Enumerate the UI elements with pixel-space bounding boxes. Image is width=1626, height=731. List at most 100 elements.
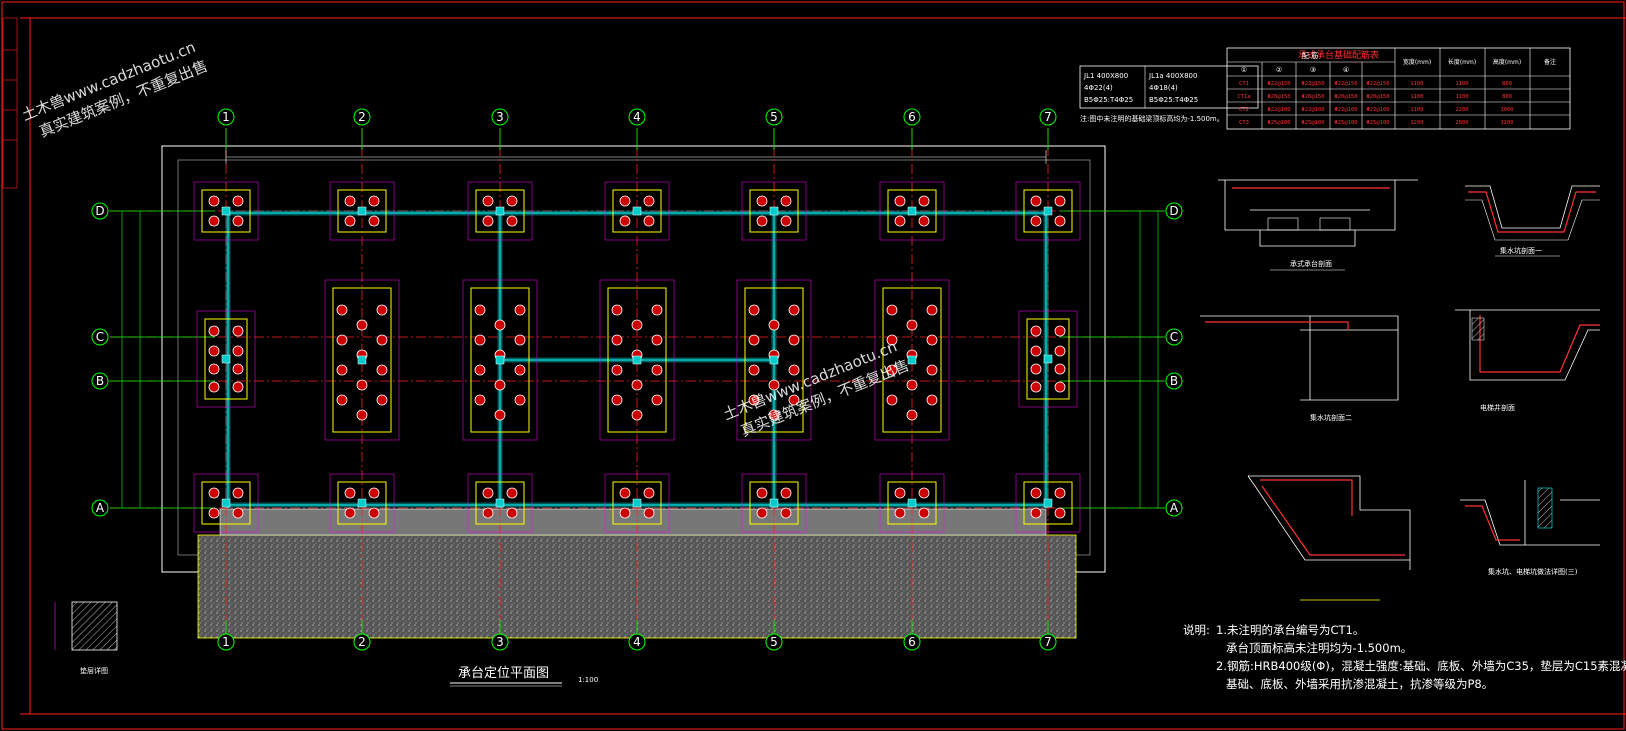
detail-section-2: 集水坑剖面一 [1465, 185, 1600, 257]
cap-D-1-pile-0 [208, 195, 220, 207]
cap-D-5-column [769, 206, 779, 216]
detail-section-3: 集水坑剖面二 [1200, 315, 1399, 422]
cap-D-7-pile-3 [1054, 215, 1066, 227]
cap-D-2-pile-0 [344, 195, 356, 207]
cap-CB-7-pile-2 [1030, 345, 1042, 357]
cap-big-2-pile-7 [376, 364, 388, 376]
legend-box: JL1 400X800 4Φ22(4) B5Φ25:T4Φ25 JL1a 400… [1079, 65, 1259, 123]
cap-big-4-pile-11 [631, 409, 643, 421]
drawing-scale: 1:100 [578, 676, 598, 684]
rebar-table-cell-2-2: Φ22@100 [1301, 107, 1324, 113]
grid-label-3-top: 3 [496, 110, 504, 124]
cap-big-2-pile-9 [336, 394, 348, 406]
cap-CB-7-pile-6 [1030, 381, 1042, 393]
grid-label-4-bottom: 4 [633, 635, 641, 649]
cap-D-3-pile-0 [482, 195, 494, 207]
cap-A-7-pile-1 [1054, 487, 1066, 499]
grid-label-7-bottom: 7 [1044, 635, 1052, 649]
cushion-detail: 垫层详图 [54, 601, 118, 675]
cap-CB-1-column [221, 354, 231, 364]
grid-label-A-left: A [96, 501, 105, 515]
cap-CB-1-pile-7 [232, 381, 244, 393]
cap-big-2-pile-10 [376, 394, 388, 406]
notes-label: 说明: [1183, 623, 1210, 637]
notes-item-4: 基础、底板、外墙采用抗渗混凝土，抗渗等级为P8。 [1226, 677, 1493, 691]
rebar-table-cell-0-6: 1100 [1455, 81, 1468, 87]
cap-D-2-pile-2 [344, 215, 356, 227]
rebar-table-subheader-3: ④ [1343, 66, 1349, 74]
rebar-table-cell-2-5: 1100 [1410, 107, 1423, 113]
cap-A-3-pile-3 [506, 507, 518, 519]
cap-big-3-pile-7 [514, 364, 526, 376]
cap-D-1-pile-3 [232, 215, 244, 227]
cap-big-3-pile-6 [474, 364, 486, 376]
rebar-table-group-header: 配 筋 [1302, 51, 1318, 60]
rebar-table-subheader-0: ① [1241, 66, 1247, 74]
cap-CB-7-pile-5 [1054, 363, 1066, 375]
rebar-table-cell-0-0: CT1 [1239, 81, 1249, 87]
cap-A-5-column [769, 498, 779, 508]
cap-D-7-pile-0 [1030, 195, 1042, 207]
legend-col2-line3: B5Φ25:T4Φ25 [1149, 96, 1198, 104]
legend-note: 注:图中未注明的基础梁顶标高均为-1.500m。 [1080, 114, 1224, 123]
cap-big-3-pile-0 [474, 304, 486, 316]
cap-big-6-pile-7 [926, 364, 938, 376]
cap-D-3-pile-1 [506, 195, 518, 207]
detail-section-1-title: 承式承台剖面 [1290, 259, 1332, 268]
cap-big-4-pile-6 [611, 364, 623, 376]
cap-big-2-pile-11 [356, 409, 368, 421]
cap-big-2-pile-0 [336, 304, 348, 316]
cap-big-2-pile-3 [336, 334, 348, 346]
cap-big-5-pile-1 [788, 304, 800, 316]
cap-A-6-column [907, 498, 917, 508]
cap-big-5-pile-0 [748, 304, 760, 316]
rebar-table-cell-3-1: Φ25@100 [1267, 120, 1290, 126]
cap-big-3-pile-9 [474, 394, 486, 406]
cap-A-7-column [1043, 498, 1053, 508]
rebar-table-cell-0-1: Φ22@150 [1267, 81, 1290, 87]
cap-big-2-pile-4 [376, 334, 388, 346]
rebar-table-cell-1-7: 800 [1502, 94, 1512, 100]
cap-CB-1-pile-4 [208, 363, 220, 375]
cap-big-3-pile-8 [494, 379, 506, 391]
grid-label-C-right: C [1170, 330, 1178, 344]
rebar-table-cell-3-6: 2600 [1455, 120, 1468, 126]
cap-big-5-pile-7 [788, 364, 800, 376]
grid-label-1-bottom: 1 [222, 635, 230, 649]
cap-D-4-pile-3 [643, 215, 655, 227]
notes-item-3: 2.钢筋:HRB400级(Φ)，混凝土强度:基础、底板、外墙为C35，垫层为C1… [1216, 659, 1626, 673]
rebar-table: 承式承台基础配筋表 配 筋 ① ② ③ ④宽度(mm) 长度(mm) 高度(mm) 备注 C… [1226, 47, 1571, 130]
cap-D-5-pile-3 [780, 215, 792, 227]
cap-A-2-column [357, 498, 367, 508]
rebar-table-cell-1-4: Φ20@150 [1366, 94, 1389, 100]
cap-big-4-pile-8 [631, 379, 643, 391]
cap-D-5-pile-1 [780, 195, 792, 207]
cap-A-6-pile-2 [894, 507, 906, 519]
cap-big-2-column [357, 355, 367, 365]
grid-label-2-top: 2 [358, 110, 366, 124]
cap-big-3-pile-4 [514, 334, 526, 346]
rebar-table-cell-3-5: 1200 [1410, 120, 1423, 126]
rebar-table-cell-0-2: Φ22@150 [1301, 81, 1324, 87]
rebar-table-subheader-1: ② [1276, 66, 1282, 74]
grid-label-5-bottom: 5 [770, 635, 778, 649]
cap-D-6-pile-2 [894, 215, 906, 227]
cap-big-4-pile-4 [651, 334, 663, 346]
cap-A-5-pile-2 [756, 507, 768, 519]
cap-A-5-pile-3 [780, 507, 792, 519]
cap-D-3-column [495, 206, 505, 216]
title-strip [2, 17, 18, 189]
legend-col1-line1: JL1 400X800 [1083, 72, 1128, 80]
cap-A-3-pile-2 [482, 507, 494, 519]
cap-A-4-pile-1 [643, 487, 655, 499]
cap-big-6-pile-8 [906, 379, 918, 391]
cap-D-5-pile-2 [756, 215, 768, 227]
cap-big-4-pile-7 [651, 364, 663, 376]
detail-section-6: 集水坑、电梯坑做法详图(三) [1460, 480, 1600, 576]
rebar-table-cell-0-4: Φ22@150 [1366, 81, 1389, 87]
detail-section-2-title: 集水坑剖面一 [1500, 246, 1542, 255]
rebar-table-cell-2-4: Φ22@100 [1366, 107, 1389, 113]
cap-D-3-pile-2 [482, 215, 494, 227]
cap-big-6-pile-2 [906, 319, 918, 331]
cap-big-6-column [907, 355, 917, 365]
